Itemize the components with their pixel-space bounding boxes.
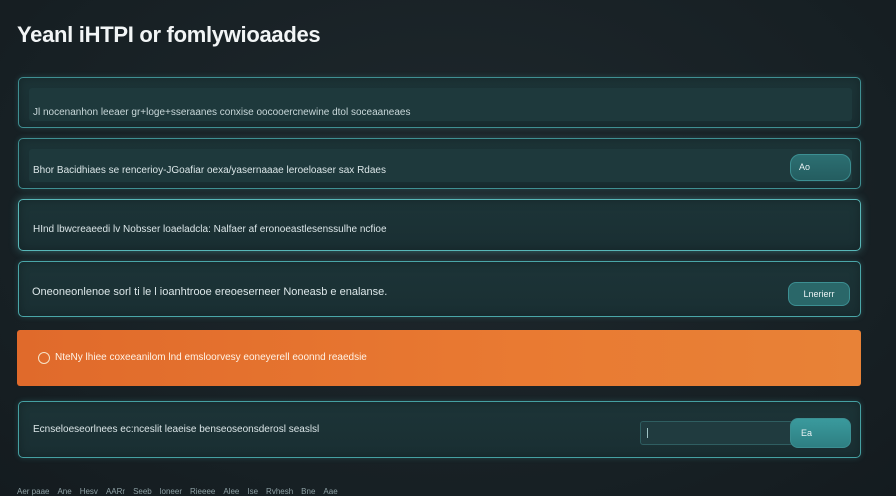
warning-icon [38,352,50,364]
setting-card-3[interactable]: HInd lbwcreaeedi lv Nobsser loaeladcla: … [18,199,861,251]
footer-link[interactable]: Bne [301,487,315,496]
footer-link[interactable]: Rvhesh [266,487,293,496]
footer-link[interactable]: Hesv [80,487,98,496]
setting-card-4: Oneoneonlenoe sorl ti le l ioanhtrooe er… [18,261,861,317]
footer-link[interactable]: loneer [160,487,182,496]
card-description: Ecnseloeseorlnees ec:nceslit leaeise ben… [33,424,320,435]
footer-link[interactable]: Rieeee [190,487,215,496]
setting-card-1: Jl nocenanhon leeaer gr+loge+sseraanes c… [18,77,861,128]
text-input[interactable] [640,421,793,445]
warning-alert: NteNy lhiee coxeeanilom lnd emsloorvesy … [17,330,861,386]
footer-links: Aer paae Ane Hesv AARr Seeb loneer Rieee… [17,487,717,496]
footer-link[interactable]: Aae [323,487,337,496]
submit-button[interactable]: Ea [790,418,851,448]
setting-card-2: Bhor Bacidhiaes se rencerioy-JGoafiar oe… [18,138,861,189]
card-action-button[interactable]: Lnerierr [788,282,850,306]
card-action-button[interactable]: Ao [790,154,851,181]
card-description: HInd lbwcreaeedi lv Nobsser loaeladcla: … [33,224,387,235]
card-description: Jl nocenanhon leeaer gr+loge+sseraanes c… [33,107,411,118]
footer-link[interactable]: Aer paae [17,487,49,496]
card-description: Oneoneonlenoe sorl ti le l ioanhtrooe er… [32,286,388,298]
input-caret [647,428,648,438]
footer-link[interactable]: AARr [106,487,125,496]
footer-link[interactable]: Alee [223,487,239,496]
footer-link[interactable]: Seeb [133,487,152,496]
app-window: Yeanl iHTPI or fomlywioaades Jl nocenanh… [0,0,896,496]
footer-link[interactable]: Ise [247,487,258,496]
footer-link[interactable]: Ane [57,487,71,496]
alert-message: NteNy lhiee coxeeanilom lnd emsloorvesy … [55,352,367,363]
card-description: Bhor Bacidhiaes se rencerioy-JGoafiar oe… [33,165,386,176]
page-title: Yeanl iHTPI or fomlywioaades [17,22,321,47]
setting-card-5: Ecnseloeseorlnees ec:nceslit leaeise ben… [18,401,861,458]
